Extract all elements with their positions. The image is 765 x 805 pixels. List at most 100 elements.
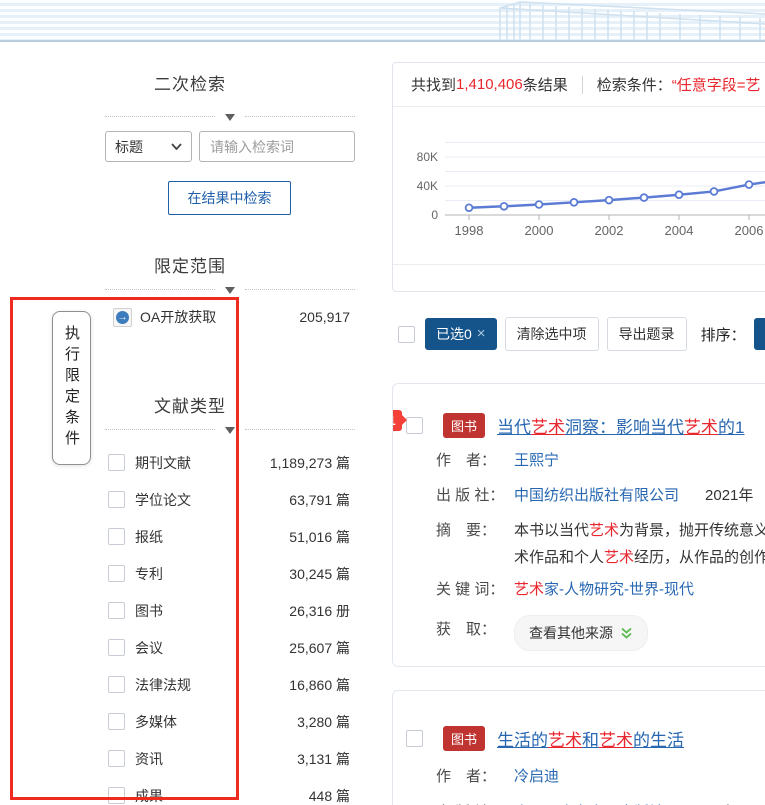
section-divider — [105, 283, 355, 295]
svg-text:1998: 1998 — [455, 223, 484, 238]
found-count: 1,410,406 — [456, 76, 523, 93]
text-segment: 为背景，抛开传统意义 — [619, 522, 765, 539]
doc-type-count: 30,245 篇 — [289, 564, 350, 584]
annotation-red-box — [10, 297, 239, 800]
field-label: 作 者： — [436, 449, 510, 473]
result-title-link[interactable]: 当代艺术洞察：影响当代艺术的1 — [497, 413, 744, 438]
author-link[interactable]: 冷启迪 — [514, 765, 559, 789]
doc-type-badge: 图书 — [443, 726, 485, 751]
svg-text:2004: 2004 — [665, 223, 694, 238]
svg-text:0: 0 — [431, 208, 438, 222]
dotted-line — [105, 116, 215, 117]
condition-value: “任意字段=艺 — [672, 74, 761, 95]
doc-type-count: 3,131 篇 — [297, 749, 350, 769]
dotted-line — [245, 289, 355, 290]
abstract-line-2: 术作品和个人艺术经历，从作品的创作 — [514, 546, 765, 570]
doc-type-count: 26,316 册 — [289, 601, 350, 621]
stats-card-footer — [393, 264, 765, 292]
result-checkbox[interactable] — [406, 730, 423, 747]
field-label: 出 版 社： — [436, 484, 510, 508]
text-segment: 艺术 — [604, 549, 634, 566]
selected-count-label: 已选0 — [436, 324, 472, 344]
access-field: 获 取： 查看其他来源 — [393, 615, 765, 651]
field-label: 关 键 词： — [436, 578, 510, 602]
annotation-marker-1: 1 — [392, 410, 402, 431]
view-other-sources-button[interactable]: 查看其他来源 — [514, 615, 648, 651]
search-field-selected: 标题 — [115, 137, 143, 157]
abstract-text: 本书以当代艺术为背景，抛开传统意义 术作品和个人艺术经历，从作品的创作 — [514, 519, 765, 570]
sort-relevance-button[interactable]: 相关度 — [754, 318, 765, 350]
select-all-checkbox[interactable] — [398, 326, 415, 343]
results-stats-card: 共找到 1,410,406 条结果 检索条件： “任意字段=艺 1998 2000… — [392, 62, 765, 292]
dotted-line — [245, 116, 355, 117]
search-in-results-button[interactable]: 在结果中检索 — [168, 181, 291, 215]
doc-type-count: 25,607 篇 — [289, 638, 350, 658]
field-label: 获 取： — [436, 615, 510, 651]
condition-label: 检索条件： — [597, 74, 672, 95]
publisher-field: 出 版 社： 中国纺织出版社有限公司 2021年 IS — [393, 484, 765, 508]
close-icon[interactable]: × — [477, 327, 486, 341]
text-segment[interactable]: 生活的 — [497, 731, 548, 750]
author-field: 作 者： 王熙宁 — [393, 449, 765, 473]
secondary-search-title: 二次检索 — [0, 70, 380, 95]
keywords-links[interactable]: 艺术家-人物研究-世界-现代 — [514, 578, 694, 602]
search-field-select[interactable]: 标题 — [105, 131, 192, 162]
vertical-separator — [582, 76, 583, 94]
dotted-line — [245, 429, 355, 430]
doc-type-count: 448 篇 — [309, 786, 350, 805]
text-segment: 艺术 — [589, 522, 619, 539]
text-segment[interactable]: 的1 — [718, 418, 744, 437]
view-other-sources-label: 查看其他来源 — [529, 621, 613, 645]
svg-text:80K: 80K — [417, 150, 438, 164]
apply-filter-tooltip: 执行限定条件 — [52, 311, 91, 465]
doc-type-count: 63,791 篇 — [289, 490, 350, 510]
results-count-bar: 共找到 1,410,406 条结果 检索条件： “任意字段=艺 — [393, 63, 765, 107]
line-chart: 19982000200220042006040K80K — [393, 107, 765, 263]
section-divider — [105, 110, 355, 122]
text-segment[interactable]: 家-人物研究-世界-现代 — [544, 581, 694, 598]
svg-text:2006: 2006 — [735, 223, 764, 238]
text-segment[interactable]: 当代 — [497, 418, 531, 437]
dotted-line — [105, 289, 215, 290]
selected-count-button[interactable]: 已选0 × — [425, 318, 497, 350]
result-card-2: 图书 生活的艺术和艺术的生活 作 者： 冷启迪 出 版 社： 广州：广东人民出版… — [392, 690, 765, 805]
doc-type-count: 3,280 篇 — [297, 712, 350, 732]
chevron-double-down-icon — [620, 627, 633, 640]
limit-scope-title: 限定范围 — [0, 252, 380, 277]
oa-filter-count: 205,917 — [299, 309, 350, 325]
text-segment[interactable]: 的生活 — [633, 731, 684, 750]
chevron-down-icon — [171, 143, 182, 150]
text-segment: 艺术 — [548, 731, 582, 750]
svg-text:2000: 2000 — [525, 223, 554, 238]
svg-text:2002: 2002 — [595, 223, 624, 238]
text-segment: 艺术 — [599, 731, 633, 750]
result-head: 图书 生活的艺术和艺术的生活 — [393, 726, 765, 751]
result-title-link[interactable]: 生活的艺术和艺术的生活 — [497, 726, 684, 751]
text-segment[interactable]: 洞察：影响当代 — [565, 418, 684, 437]
field-label: 作 者： — [436, 765, 510, 789]
found-suffix: 条结果 — [523, 74, 568, 95]
top-banner — [0, 0, 765, 42]
results-by-year-chart: 19982000200220042006040K80K — [393, 107, 765, 264]
field-label: 摘 要： — [436, 519, 510, 570]
doc-type-count: 51,016 篇 — [289, 527, 350, 547]
results-toolbar: 已选0 × 清除选中项 导出题录 排序： 相关度 — [392, 318, 765, 350]
search-input[interactable] — [199, 131, 355, 162]
text-segment: 艺术 — [684, 418, 718, 437]
field-label: 出 版 社： — [436, 801, 510, 805]
text-segment: 本书以当代 — [514, 522, 589, 539]
result-head: 图书 当代艺术洞察：影响当代艺术的1 — [393, 413, 765, 438]
doc-type-count: 16,860 篇 — [289, 675, 350, 695]
publisher-link[interactable]: 广州：广东人民出版社 — [514, 801, 664, 805]
text-segment: 经历，从作品的创作 — [634, 549, 765, 566]
publish-year: 2021年 — [705, 484, 753, 508]
export-citations-button[interactable]: 导出题录 — [607, 317, 687, 351]
text-segment[interactable]: 和 — [582, 731, 599, 750]
publish-year: 2019年 — [690, 801, 738, 805]
author-link[interactable]: 王熙宁 — [514, 449, 559, 473]
clear-selection-button[interactable]: 清除选中项 — [505, 317, 599, 351]
keywords-field: 关 键 词： 艺术家-人物研究-世界-现代 — [393, 578, 765, 602]
publisher-link[interactable]: 中国纺织出版社有限公司 — [514, 484, 679, 508]
doc-type-badge: 图书 — [443, 413, 485, 438]
doc-type-count: 1,189,273 篇 — [270, 453, 350, 473]
